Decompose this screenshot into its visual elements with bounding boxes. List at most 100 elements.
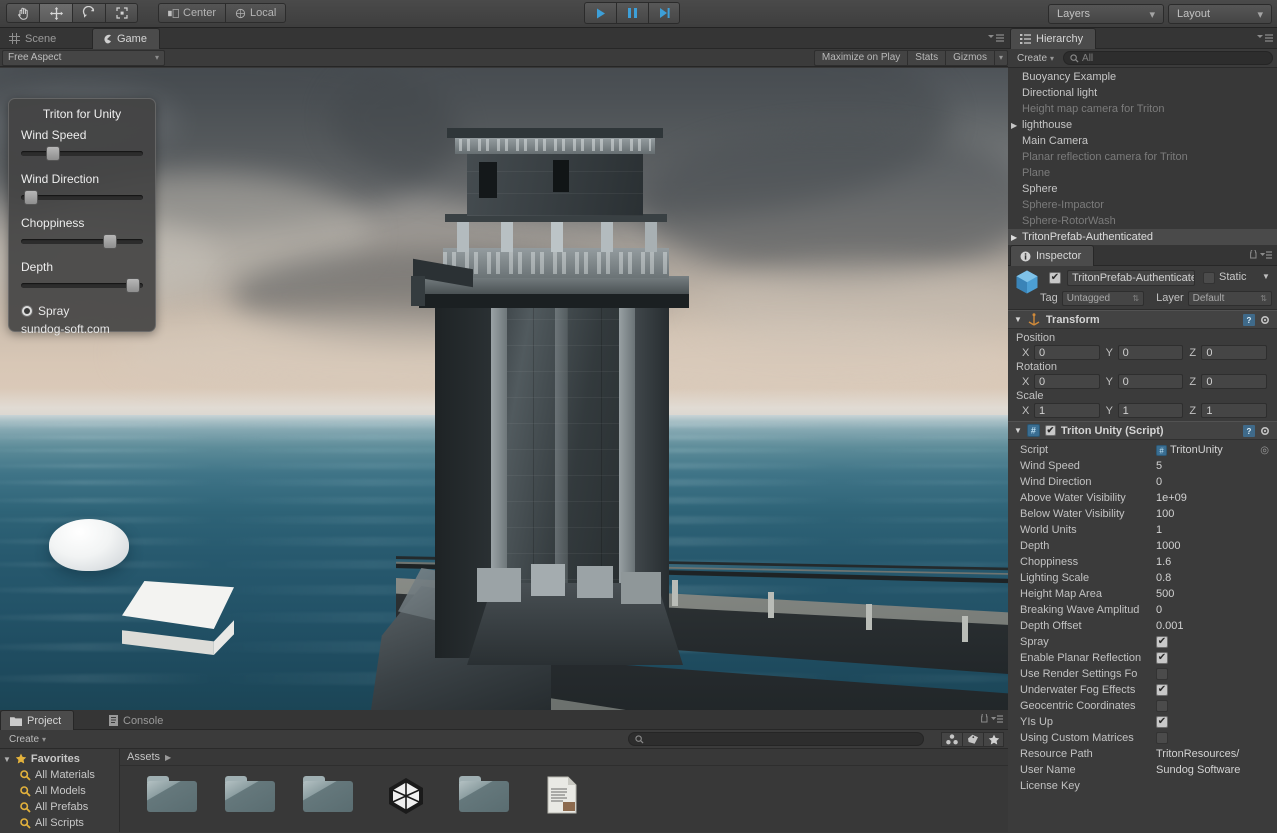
script-property-value[interactable]: 1000 <box>1156 540 1273 552</box>
script-property-value[interactable]: 0.8 <box>1156 572 1273 584</box>
slider-knob[interactable] <box>126 278 140 293</box>
wind-direction-slider[interactable] <box>21 189 143 205</box>
favorites-star-icon[interactable] <box>983 731 1004 747</box>
hierarchy-item[interactable]: Buoyancy Example <box>1008 69 1277 85</box>
choppiness-slider[interactable] <box>21 233 143 249</box>
slider-knob[interactable] <box>46 146 60 161</box>
asset-text-file[interactable] <box>536 776 588 820</box>
asset-unity-scene[interactable] <box>380 776 432 820</box>
hierarchy-item[interactable]: Planar reflection camera for Triton <box>1008 149 1277 165</box>
tab-inspector[interactable]: Inspector <box>1010 245 1095 266</box>
project-search-input[interactable] <box>628 732 924 746</box>
script-property-value[interactable]: 1 <box>1156 524 1273 536</box>
hierarchy-item[interactable]: Sphere <box>1008 181 1277 197</box>
script-property-checkbox[interactable]: ✔ <box>1156 684 1273 696</box>
script-property-value[interactable]: 1e+09 <box>1156 492 1273 504</box>
checkbox-icon[interactable] <box>1156 732 1168 744</box>
tab-scene[interactable]: Scene <box>0 28 68 49</box>
pivot-local-button[interactable]: Local <box>225 3 287 23</box>
tab-console[interactable]: Console <box>100 710 175 731</box>
script-property-checkbox[interactable] <box>1156 668 1273 680</box>
hierarchy-item[interactable]: ▶ TritonPrefab-Authenticated <box>1008 229 1277 245</box>
tag-dropdown[interactable]: Untagged ⇅ <box>1061 290 1145 306</box>
chevron-right-icon[interactable]: ▶ <box>1011 121 1017 130</box>
favorite-all-prefabs[interactable]: All Prefabs <box>0 799 119 815</box>
hierarchy-item[interactable]: Plane <box>1008 165 1277 181</box>
hierarchy-panel-menu-button[interactable] <box>1257 33 1273 43</box>
checkbox-icon[interactable]: ✔ <box>1156 636 1168 648</box>
asset-folder[interactable] <box>302 776 354 820</box>
favorites-root[interactable]: ▼ Favorites <box>0 751 119 767</box>
script-property-value[interactable]: TritonResources/ <box>1156 748 1273 760</box>
chevron-down-icon[interactable]: ▼ <box>1014 315 1022 324</box>
position-x-field[interactable]: 0 <box>1034 345 1100 360</box>
script-property-value[interactable]: Sundog Software <box>1156 764 1273 776</box>
hierarchy-create-button[interactable]: Create ▾ <box>1012 51 1059 66</box>
rotation-x-field[interactable]: 0 <box>1034 374 1100 389</box>
checkbox-icon[interactable]: ✔ <box>1156 684 1168 696</box>
layer-dropdown[interactable]: Default ⇅ <box>1187 290 1272 306</box>
wind-speed-slider[interactable] <box>21 145 143 161</box>
layout-dropdown[interactable]: Layout ▾ <box>1168 4 1272 24</box>
hierarchy-item[interactable]: Height map camera for Triton <box>1008 101 1277 117</box>
object-enabled-checkbox[interactable]: ✔ <box>1049 272 1061 284</box>
aspect-ratio-dropdown[interactable]: Free Aspect ▾ <box>2 49 165 66</box>
hand-tool-button[interactable] <box>6 3 39 23</box>
favorite-all-scripts[interactable]: All Scripts <box>0 815 119 831</box>
checkbox-icon[interactable] <box>1156 668 1168 680</box>
gizmos-toggle[interactable]: Gizmos <box>945 49 994 66</box>
rotation-y-field[interactable]: 0 <box>1117 374 1184 389</box>
hierarchy-item[interactable]: ▶ lighthouse <box>1008 117 1277 133</box>
script-property-checkbox[interactable]: ✔ <box>1156 636 1273 648</box>
hierarchy-item[interactable]: Main Camera <box>1008 133 1277 149</box>
game-render-viewport[interactable]: Triton for Unity Wind Speed Wind Directi… <box>0 68 1008 710</box>
slider-knob[interactable] <box>24 190 38 205</box>
chevron-down-icon[interactable]: ▼ <box>1014 426 1022 435</box>
rotation-z-field[interactable]: 0 <box>1201 374 1268 389</box>
asset-folder[interactable] <box>224 776 276 820</box>
checkbox-icon[interactable]: ✔ <box>1156 716 1168 728</box>
inspector-panel-menu-button[interactable] <box>1249 250 1273 261</box>
step-button[interactable] <box>648 2 680 24</box>
help-icon[interactable]: ? <box>1243 424 1255 437</box>
project-panel-menu-button[interactable] <box>980 714 1004 725</box>
tab-game[interactable]: Game <box>92 28 160 49</box>
object-name-field[interactable]: TritonPrefab-Authenticate <box>1067 270 1195 286</box>
hierarchy-item[interactable]: Sphere-Impactor <box>1008 197 1277 213</box>
stats-toggle[interactable]: Stats <box>907 49 946 66</box>
script-property-value[interactable]: 0 <box>1156 604 1273 616</box>
script-property-value[interactable]: 500 <box>1156 588 1273 600</box>
hierarchy-item[interactable]: Directional light <box>1008 85 1277 101</box>
asset-folder[interactable] <box>146 776 198 820</box>
gear-icon[interactable] <box>1259 314 1271 326</box>
scale-y-field[interactable]: 1 <box>1117 403 1184 418</box>
triton-script-enabled-checkbox[interactable]: ✔ <box>1044 425 1056 436</box>
triton-overlay-panel[interactable]: Triton for Unity Wind Speed Wind Directi… <box>8 98 156 336</box>
gizmos-dropdown[interactable]: ▾ <box>993 49 1008 66</box>
filter-by-label-icon[interactable] <box>962 731 983 747</box>
checkbox-icon[interactable]: ✔ <box>1156 652 1168 664</box>
script-property-checkbox[interactable] <box>1156 732 1273 744</box>
move-tool-button[interactable] <box>39 3 72 23</box>
help-icon[interactable]: ? <box>1243 313 1255 326</box>
slider-knob[interactable] <box>103 234 117 249</box>
triton-script-component-header[interactable]: ▼ # ✔ Triton Unity (Script) ? <box>1008 421 1277 440</box>
position-y-field[interactable]: 0 <box>1117 345 1184 360</box>
filter-by-type-icon[interactable] <box>941 731 962 747</box>
play-button[interactable] <box>584 2 616 24</box>
layers-dropdown[interactable]: Layers ▾ <box>1048 4 1164 24</box>
spray-radio[interactable]: Spray <box>21 304 145 318</box>
script-property-value[interactable]: 5 <box>1156 460 1273 472</box>
favorite-all-models[interactable]: All Models <box>0 783 119 799</box>
script-property-value[interactable]: 100 <box>1156 508 1273 520</box>
script-property-value[interactable]: 0.001 <box>1156 620 1273 632</box>
object-picker-icon[interactable]: ◎ <box>1260 445 1273 456</box>
project-create-button[interactable]: Create ▾ <box>4 732 51 747</box>
transform-component-header[interactable]: ▼ Transform ? <box>1008 310 1277 329</box>
rotate-tool-button[interactable] <box>72 3 105 23</box>
asset-folder[interactable] <box>458 776 510 820</box>
position-z-field[interactable]: 0 <box>1201 345 1268 360</box>
static-dropdown-caret[interactable]: ▼ <box>1262 272 1270 281</box>
pivot-center-button[interactable]: Center <box>158 3 226 23</box>
script-property-value[interactable]: 0 <box>1156 476 1273 488</box>
